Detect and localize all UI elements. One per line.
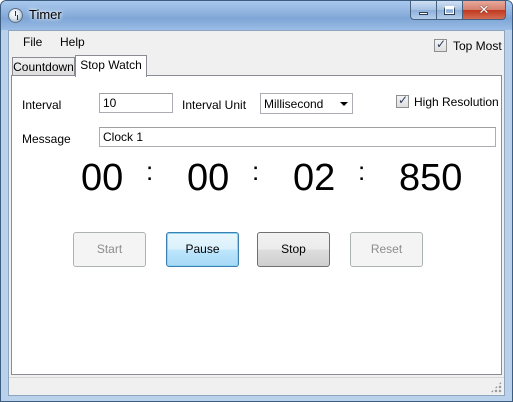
close-button[interactable]: ✕: [462, 1, 506, 20]
title-bar[interactable]: Timer ✕: [1, 1, 512, 30]
chevron-down-icon: [340, 102, 348, 106]
clock-separator: :: [146, 156, 154, 186]
maximize-button[interactable]: [436, 1, 462, 20]
top-most-checkbox[interactable]: [434, 37, 447, 52]
top-most-label[interactable]: Top Most: [453, 39, 502, 53]
tab-stop-watch[interactable]: Stop Watch: [75, 55, 147, 77]
timer-window: Timer ✕ File Help Top Most Countdown Sto…: [0, 0, 513, 402]
maximize-icon: [444, 5, 455, 15]
close-icon: ✕: [478, 2, 490, 18]
stopwatch-icon[interactable]: [8, 8, 23, 23]
tab-countdown[interactable]: Countdown: [12, 57, 75, 77]
caption-buttons: ✕: [410, 1, 506, 20]
clock-minutes: 00: [187, 157, 230, 199]
client-area: File Help Top Most Countdown Stop Watch …: [8, 30, 505, 396]
stop-watch-panel: Interval 10 Interval Unit Millisecond Hi…: [11, 75, 502, 375]
menu-help[interactable]: Help: [60, 35, 85, 49]
window-title: Timer: [29, 7, 62, 22]
clock-separator: :: [358, 156, 366, 186]
interval-unit-select[interactable]: Millisecond: [260, 93, 353, 114]
menu-file[interactable]: File: [23, 35, 42, 49]
message-input[interactable]: Clock 1: [99, 127, 496, 147]
pause-button[interactable]: Pause: [166, 232, 239, 267]
minimize-icon: [419, 11, 428, 15]
reset-button[interactable]: Reset: [350, 232, 423, 267]
stop-button[interactable]: Stop: [257, 232, 330, 267]
start-button[interactable]: Start: [73, 232, 146, 267]
interval-unit-label: Interval Unit: [182, 98, 247, 112]
clock-seconds: 02: [293, 157, 336, 199]
message-label: Message: [22, 132, 71, 146]
resize-grip-icon[interactable]: [490, 381, 502, 393]
menu-bar: File Help: [9, 31, 504, 53]
interval-unit-value: Millisecond: [264, 97, 324, 111]
high-resolution-checkbox[interactable]: [396, 93, 409, 108]
status-bar: [9, 377, 504, 395]
high-resolution-label[interactable]: High Resolution: [414, 95, 499, 109]
clock-separator: :: [252, 156, 260, 186]
clock-hours: 00: [81, 157, 124, 199]
interval-input[interactable]: 10: [99, 93, 173, 113]
minimize-button[interactable]: [410, 1, 436, 20]
interval-label: Interval: [22, 98, 62, 112]
clock-milliseconds: 850: [399, 157, 463, 199]
